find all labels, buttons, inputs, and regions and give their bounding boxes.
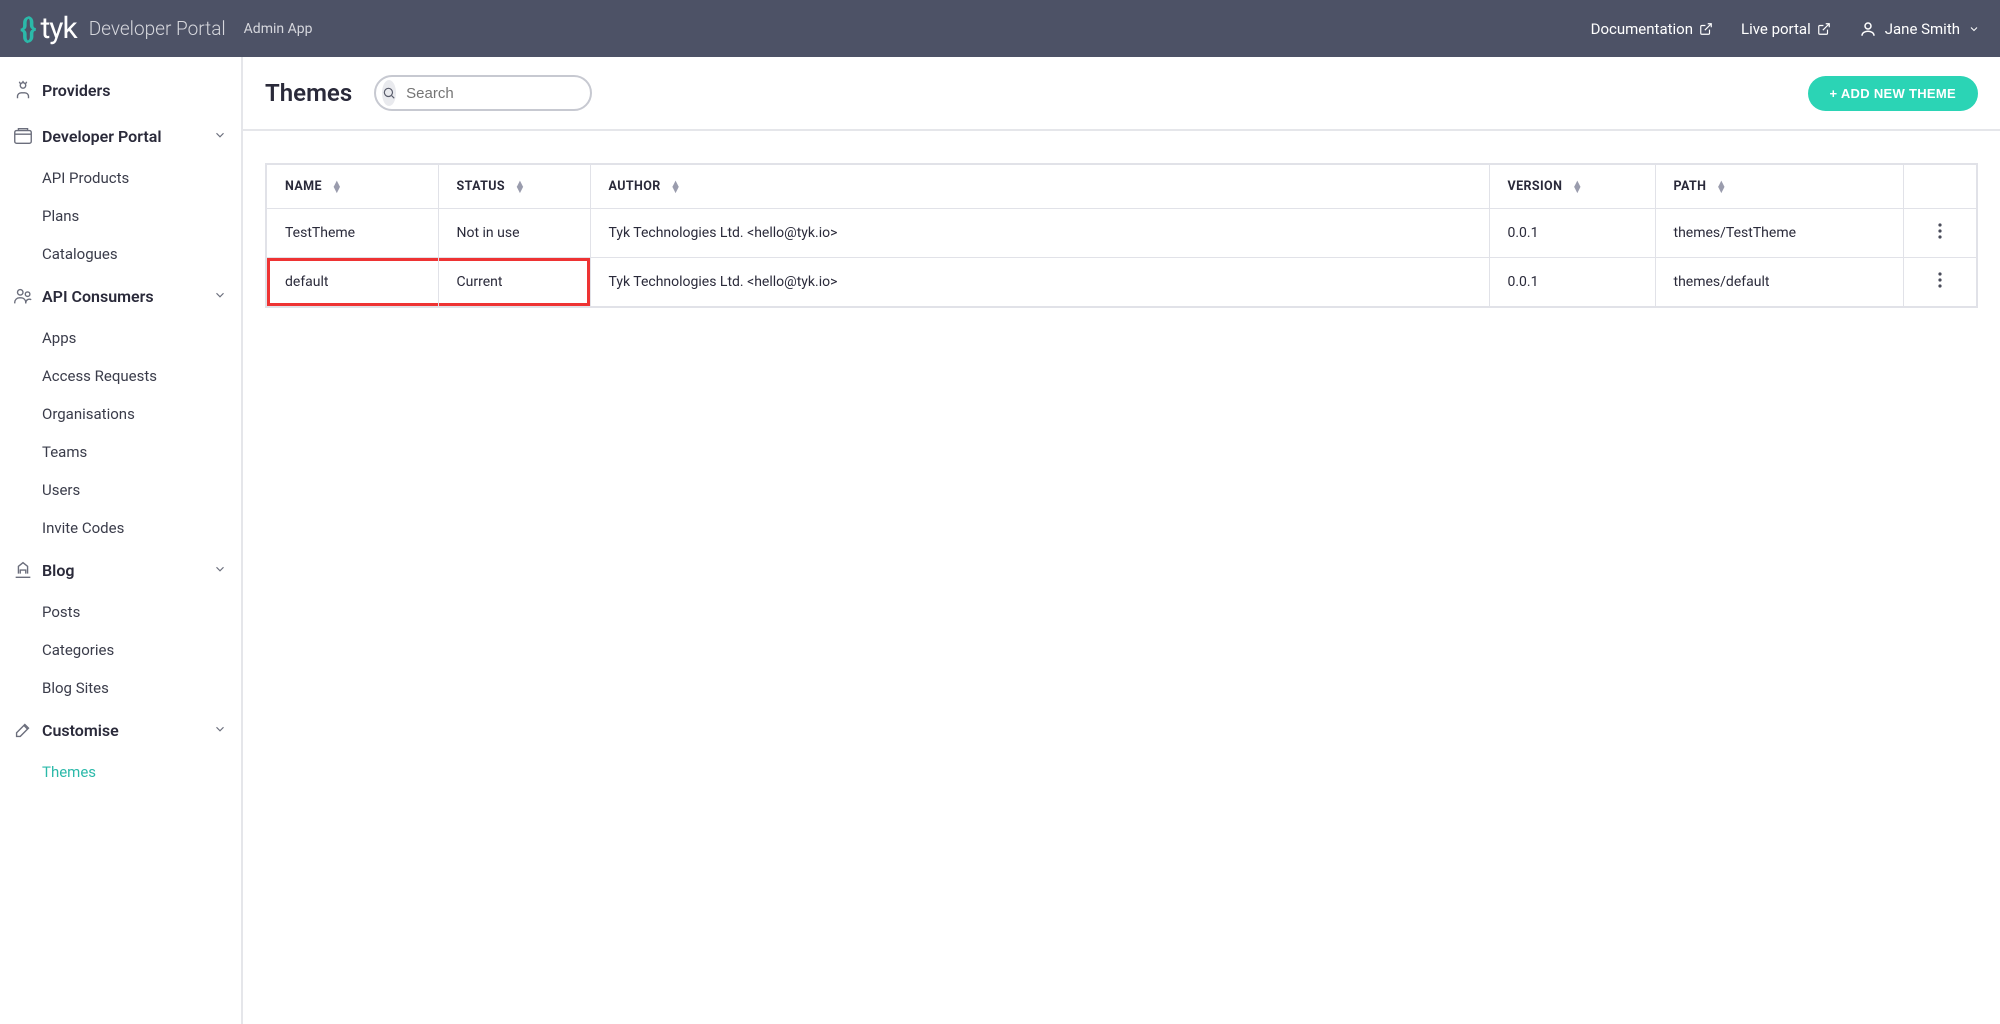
add-new-theme-button[interactable]: + ADD NEW THEME	[1808, 76, 1978, 111]
portal-icon	[10, 125, 36, 147]
chevron-down-icon	[213, 561, 227, 580]
chevron-down-icon	[1968, 23, 1980, 35]
cell-status: Current	[438, 258, 590, 308]
cell-author: Tyk Technologies Ltd. <hello@tyk.io>	[590, 258, 1489, 308]
column-header-version[interactable]: VERSION ▲▼	[1489, 164, 1655, 209]
table-row[interactable]: defaultCurrentTyk Technologies Ltd. <hel…	[266, 258, 1977, 308]
row-actions-button[interactable]	[1903, 258, 1977, 308]
customise-icon	[10, 719, 36, 741]
search-icon[interactable]	[382, 80, 396, 106]
sidebar-item-developer-portal[interactable]: Developer Portal	[0, 113, 241, 159]
cell-path: themes/default	[1655, 258, 1903, 308]
column-header-actions	[1903, 164, 1977, 209]
sidebar-item-apps[interactable]: Apps	[0, 319, 241, 357]
providers-icon	[10, 79, 36, 101]
page-header: Themes + ADD NEW THEME	[243, 57, 2000, 131]
main-content: Themes + ADD NEW THEME NAME ▲▼	[243, 57, 2000, 1024]
sidebar-item-users[interactable]: Users	[0, 471, 241, 509]
live-portal-label: Live portal	[1741, 20, 1811, 38]
top-bar: {} tyk Developer Portal Admin App Docume…	[0, 0, 2000, 57]
chevron-down-icon	[213, 287, 227, 306]
sort-icon: ▲▼	[670, 181, 681, 193]
kebab-icon	[1938, 272, 1942, 288]
table-row[interactable]: TestThemeNot in useTyk Technologies Ltd.…	[266, 209, 1977, 258]
app-label: Admin App	[244, 21, 313, 37]
cell-author: Tyk Technologies Ltd. <hello@tyk.io>	[590, 209, 1489, 258]
sidebar-item-providers[interactable]: Providers	[0, 67, 241, 113]
cell-status: Not in use	[438, 209, 590, 258]
sidebar-item-posts[interactable]: Posts	[0, 593, 241, 631]
cell-name: default	[266, 258, 438, 308]
sidebar-item-access-requests[interactable]: Access Requests	[0, 357, 241, 395]
sidebar-item-teams[interactable]: Teams	[0, 433, 241, 471]
kebab-icon	[1938, 223, 1942, 239]
cell-version: 0.0.1	[1489, 258, 1655, 308]
sidebar-item-blog-sites[interactable]: Blog Sites	[0, 669, 241, 707]
sidebar-item-customise[interactable]: Customise	[0, 707, 241, 753]
search-input[interactable]	[406, 85, 605, 102]
sidebar-item-blog[interactable]: Blog	[0, 547, 241, 593]
documentation-link[interactable]: Documentation	[1591, 20, 1713, 38]
logo-brand: tyk	[40, 11, 76, 46]
sort-icon: ▲▼	[331, 181, 342, 193]
external-link-icon	[1817, 22, 1831, 36]
logo-subtitle: Developer Portal	[89, 17, 226, 40]
sidebar-item-categories[interactable]: Categories	[0, 631, 241, 669]
cell-path: themes/TestTheme	[1655, 209, 1903, 258]
cell-name: TestTheme	[266, 209, 438, 258]
chevron-down-icon	[213, 721, 227, 740]
sidebar-item-label: Blog	[42, 561, 74, 580]
chevron-down-icon	[213, 127, 227, 146]
row-actions-button[interactable]	[1903, 209, 1977, 258]
column-header-path[interactable]: PATH ▲▼	[1655, 164, 1903, 209]
user-icon	[1859, 20, 1877, 38]
sidebar-item-label: Providers	[42, 81, 111, 100]
sort-icon: ▲▼	[515, 181, 526, 193]
column-header-author[interactable]: AUTHOR ▲▼	[590, 164, 1489, 209]
consumers-icon	[10, 285, 36, 307]
column-header-status[interactable]: STATUS ▲▼	[438, 164, 590, 209]
cell-version: 0.0.1	[1489, 209, 1655, 258]
logo-brackets-icon: {}	[20, 12, 34, 45]
sidebar-item-organisations[interactable]: Organisations	[0, 395, 241, 433]
logo[interactable]: {} tyk Developer Portal	[20, 11, 226, 46]
sidebar-item-api-consumers[interactable]: API Consumers	[0, 273, 241, 319]
documentation-label: Documentation	[1591, 20, 1693, 38]
sidebar: Providers Developer Portal API Products …	[0, 57, 243, 1024]
sidebar-item-themes[interactable]: Themes	[0, 753, 241, 791]
sidebar-item-invite-codes[interactable]: Invite Codes	[0, 509, 241, 547]
sidebar-item-label: Customise	[42, 721, 119, 740]
column-header-name[interactable]: NAME ▲▼	[266, 164, 438, 209]
table-header-row: NAME ▲▼ STATUS ▲▼ AUTHOR ▲▼ VERSION	[266, 164, 1977, 209]
themes-table: NAME ▲▼ STATUS ▲▼ AUTHOR ▲▼ VERSION	[265, 163, 1978, 308]
sidebar-item-label: Developer Portal	[42, 127, 162, 146]
blog-icon	[10, 559, 36, 581]
search-box[interactable]	[374, 75, 592, 111]
external-link-icon	[1699, 22, 1713, 36]
user-menu[interactable]: Jane Smith	[1859, 20, 1980, 38]
live-portal-link[interactable]: Live portal	[1741, 20, 1831, 38]
page-title: Themes	[265, 79, 352, 107]
sidebar-item-label: API Consumers	[42, 287, 154, 306]
sort-icon: ▲▼	[1716, 181, 1727, 193]
sort-icon: ▲▼	[1572, 181, 1583, 193]
sidebar-item-api-products[interactable]: API Products	[0, 159, 241, 197]
sidebar-item-plans[interactable]: Plans	[0, 197, 241, 235]
sidebar-item-catalogues[interactable]: Catalogues	[0, 235, 241, 273]
user-name: Jane Smith	[1885, 20, 1960, 38]
